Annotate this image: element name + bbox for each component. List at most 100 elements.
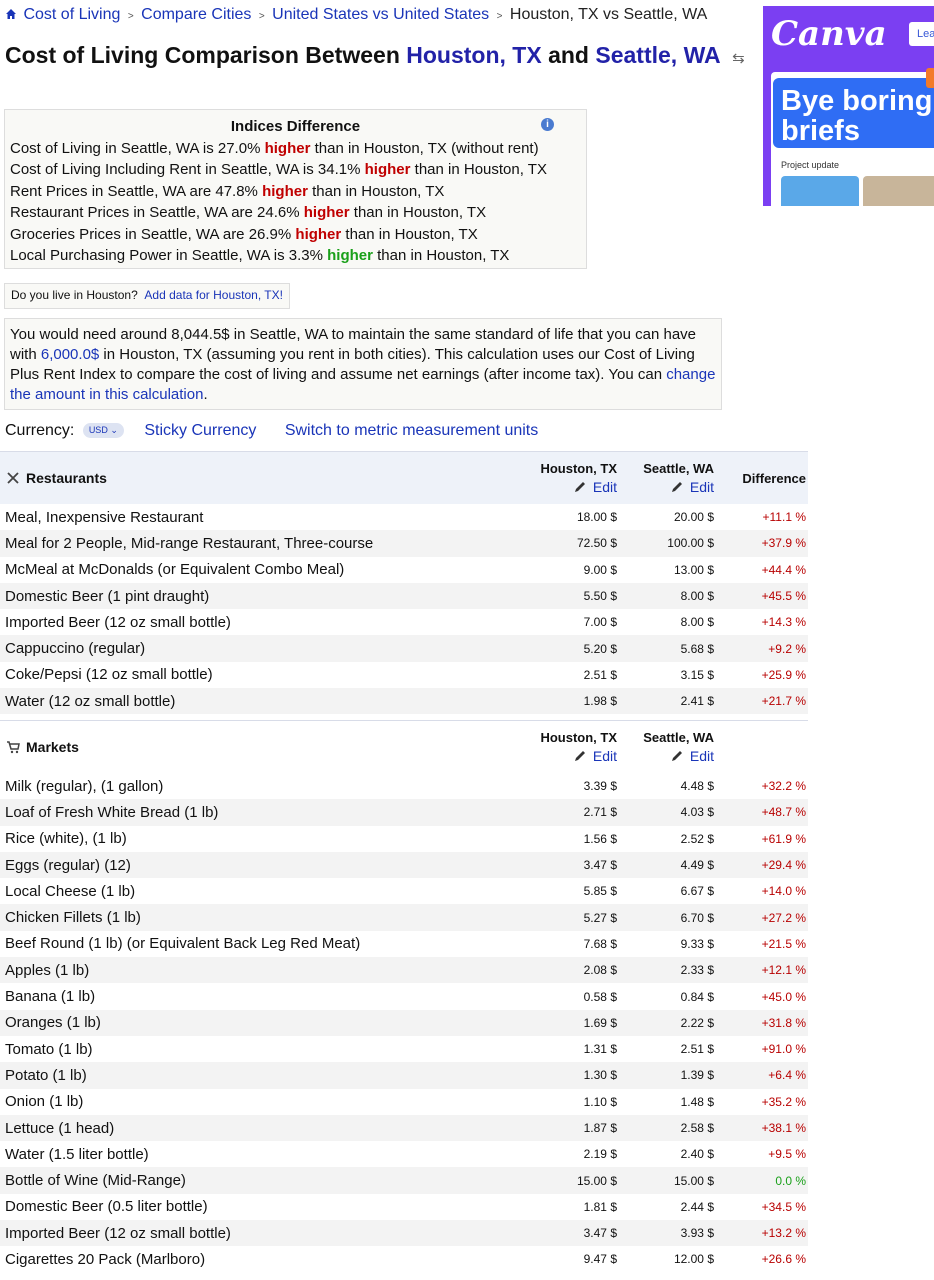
ad-photo xyxy=(781,176,859,206)
price-difference: +44.4 % xyxy=(716,556,808,583)
price-difference: +48.7 % xyxy=(716,799,808,826)
item-name: Meal, Inexpensive Restaurant xyxy=(0,504,522,531)
home-icon[interactable] xyxy=(5,8,17,20)
calculation-box: You would need around 8,044.5$ in Seattl… xyxy=(4,318,722,410)
edit-label: Edit xyxy=(689,748,714,764)
city2-price: 6.67 $ xyxy=(619,878,716,905)
markets-category: Markets xyxy=(0,721,522,774)
advertisement[interactable]: Canva Lea Bye boring briefs Project upda… xyxy=(763,6,934,206)
indices-row-keyword: higher xyxy=(262,182,308,200)
item-name: Imported Beer (12 oz small bottle) xyxy=(0,609,522,636)
city2-price: 2.33 $ xyxy=(619,957,716,984)
city2-price: 100.00 $ xyxy=(619,530,716,557)
indices-row: Restaurant Prices in Seattle, WA are 24.… xyxy=(10,202,581,224)
pencil-icon xyxy=(574,482,585,492)
price-difference: +11.1 % xyxy=(716,504,808,531)
city1-price: 9.47 $ xyxy=(522,1246,619,1273)
breadcrumb-compare-cities[interactable]: Compare Cities xyxy=(141,6,251,23)
item-name: Cappuccino (regular) xyxy=(0,635,522,662)
item-name: Domestic Beer (0.5 liter bottle) xyxy=(0,1193,522,1221)
city1-price: 1.10 $ xyxy=(522,1088,619,1115)
city1-price: 2.08 $ xyxy=(522,957,619,984)
page-title: Cost of Living Comparison Between Housto… xyxy=(5,40,745,74)
city2-price: 2.41 $ xyxy=(619,688,716,715)
table-row: Meal, Inexpensive Restaurant 18.00 $20.00… xyxy=(0,504,808,531)
currency-select[interactable]: USD ⌄ xyxy=(82,423,124,438)
city2-price: 2.51 $ xyxy=(619,1035,716,1063)
indices-title: Indices Difference xyxy=(230,118,361,135)
calc-amount-link[interactable]: 6,000.0$ xyxy=(41,346,99,363)
add-data-link[interactable]: Add data for Houston, TX! xyxy=(144,288,283,302)
pencil-icon xyxy=(671,751,682,761)
edit-label: Edit xyxy=(592,748,617,764)
table-row: Rice (white), (1 lb) 1.56 $2.52 $ +61.9 % xyxy=(0,825,808,852)
city1-price: 7.68 $ xyxy=(522,930,619,958)
city1-price: 0.58 $ xyxy=(522,983,619,1010)
indices-row-post: than in Houston, TX (without rent) xyxy=(314,139,539,157)
table-row: Milk (regular), (1 gallon) 3.39 $4.48 $ +3… xyxy=(0,773,808,800)
item-name: Oranges (1 lb) xyxy=(0,1009,522,1036)
breadcrumb-separator: > xyxy=(127,11,134,22)
city1-price: 1.98 $ xyxy=(522,688,619,715)
city1-price: 1.31 $ xyxy=(522,1035,619,1063)
info-icon[interactable]: i xyxy=(541,118,554,131)
table-row: McMeal at McDonalds (or Equivalent Combo… xyxy=(0,556,808,583)
city2-price: 8.00 $ xyxy=(619,609,716,636)
city2-price: 4.49 $ xyxy=(619,851,716,879)
markets-title: Markets xyxy=(26,739,79,755)
table-row: Beef Round (1 lb) (or Equivalent Back Le… xyxy=(0,930,808,958)
pencil-icon xyxy=(671,482,682,492)
edit-city2-button[interactable]: Edit xyxy=(619,478,714,496)
table-row: Imported Beer (12 oz small bottle) 7.00 $… xyxy=(0,609,808,636)
edit-city2-button[interactable]: Edit xyxy=(619,747,714,765)
table-row: Oranges (1 lb) 1.69 $2.22 $ +31.8 % xyxy=(0,1009,808,1036)
edit-city1-button[interactable]: Edit xyxy=(522,478,617,496)
item-name: Water (1.5 liter bottle) xyxy=(0,1141,522,1168)
title-city2-link[interactable]: Seattle, WA xyxy=(595,42,719,68)
sticky-currency-link[interactable]: Sticky Currency xyxy=(144,422,256,439)
price-difference: +25.9 % xyxy=(716,661,808,689)
table-row: Water (12 oz small bottle) 1.98 $2.41 $ +2… xyxy=(0,688,808,715)
city1-price: 1.30 $ xyxy=(522,1062,619,1089)
col-city1-label: Houston, TX xyxy=(540,730,617,745)
breadcrumb-separator: > xyxy=(496,11,503,22)
table-row: Local Cheese (1 lb) 5.85 $6.67 $ +14.0 % xyxy=(0,878,808,905)
item-name: Coke/Pepsi (12 oz small bottle) xyxy=(0,661,522,689)
title-city1-link[interactable]: Houston, TX xyxy=(406,42,541,68)
item-name: McMeal at McDonalds (or Equivalent Combo… xyxy=(0,556,522,583)
price-difference: +34.5 % xyxy=(716,1193,808,1221)
indices-row-keyword: higher xyxy=(303,204,350,221)
col-city2-label: Seattle, WA xyxy=(643,461,714,476)
table-row: Eggs (regular) (12) 3.47 $4.49 $ +29.4 % xyxy=(0,851,808,879)
edit-city1-button[interactable]: Edit xyxy=(522,747,617,765)
city1-price: 1.81 $ xyxy=(522,1193,619,1221)
indices-row-post: than in Houston, TX xyxy=(312,182,445,200)
ad-learn-button[interactable]: Lea xyxy=(909,22,934,46)
city2-price: 12.00 $ xyxy=(619,1246,716,1273)
price-difference: +61.9 % xyxy=(716,825,808,852)
table-row: Domestic Beer (1 pint draught) 5.50 $8.00… xyxy=(0,582,808,610)
item-name: Domestic Beer (1 pint draught) xyxy=(0,582,522,610)
city2-price: 0.84 $ xyxy=(619,983,716,1010)
swap-cities-icon[interactable]: ⇆ xyxy=(732,50,745,67)
price-difference: +26.6 % xyxy=(716,1246,808,1273)
item-name: Rice (white), (1 lb) xyxy=(0,825,522,852)
indices-row: Local Purchasing Power in Seattle, WA is… xyxy=(10,245,581,267)
table-row: Chicken Fillets (1 lb) 5.27 $6.70 $ +27.2 … xyxy=(0,904,808,931)
item-name: Bottle of Wine (Mid-Range) xyxy=(0,1167,522,1194)
restaurants-header: Restaurants Houston, TX Edit Seattle, WA… xyxy=(0,451,808,504)
currency-value: USD xyxy=(88,425,108,435)
city1-price: 3.47 $ xyxy=(522,1220,619,1247)
table-row: Domestic Beer (0.5 liter bottle) 1.81 $2.… xyxy=(0,1193,808,1221)
metric-units-link[interactable]: Switch to metric measurement units xyxy=(285,422,538,439)
indices-row-pre: Local Purchasing Power in Seattle, WA is… xyxy=(10,247,323,264)
item-name: Beef Round (1 lb) (or Equivalent Back Le… xyxy=(0,930,522,958)
breadcrumb-cost-of-living[interactable]: Cost of Living xyxy=(23,6,120,23)
city1-price: 3.39 $ xyxy=(522,773,619,800)
indices-row-pre: Cost of Living in Seattle, WA is 27.0% xyxy=(10,139,261,157)
calc-text-3: . xyxy=(203,386,208,403)
city2-price: 2.58 $ xyxy=(619,1114,716,1142)
breadcrumb-separator: > xyxy=(258,11,265,22)
breadcrumb-countries[interactable]: United States vs United States xyxy=(272,6,489,23)
city1-price: 1.69 $ xyxy=(522,1009,619,1036)
